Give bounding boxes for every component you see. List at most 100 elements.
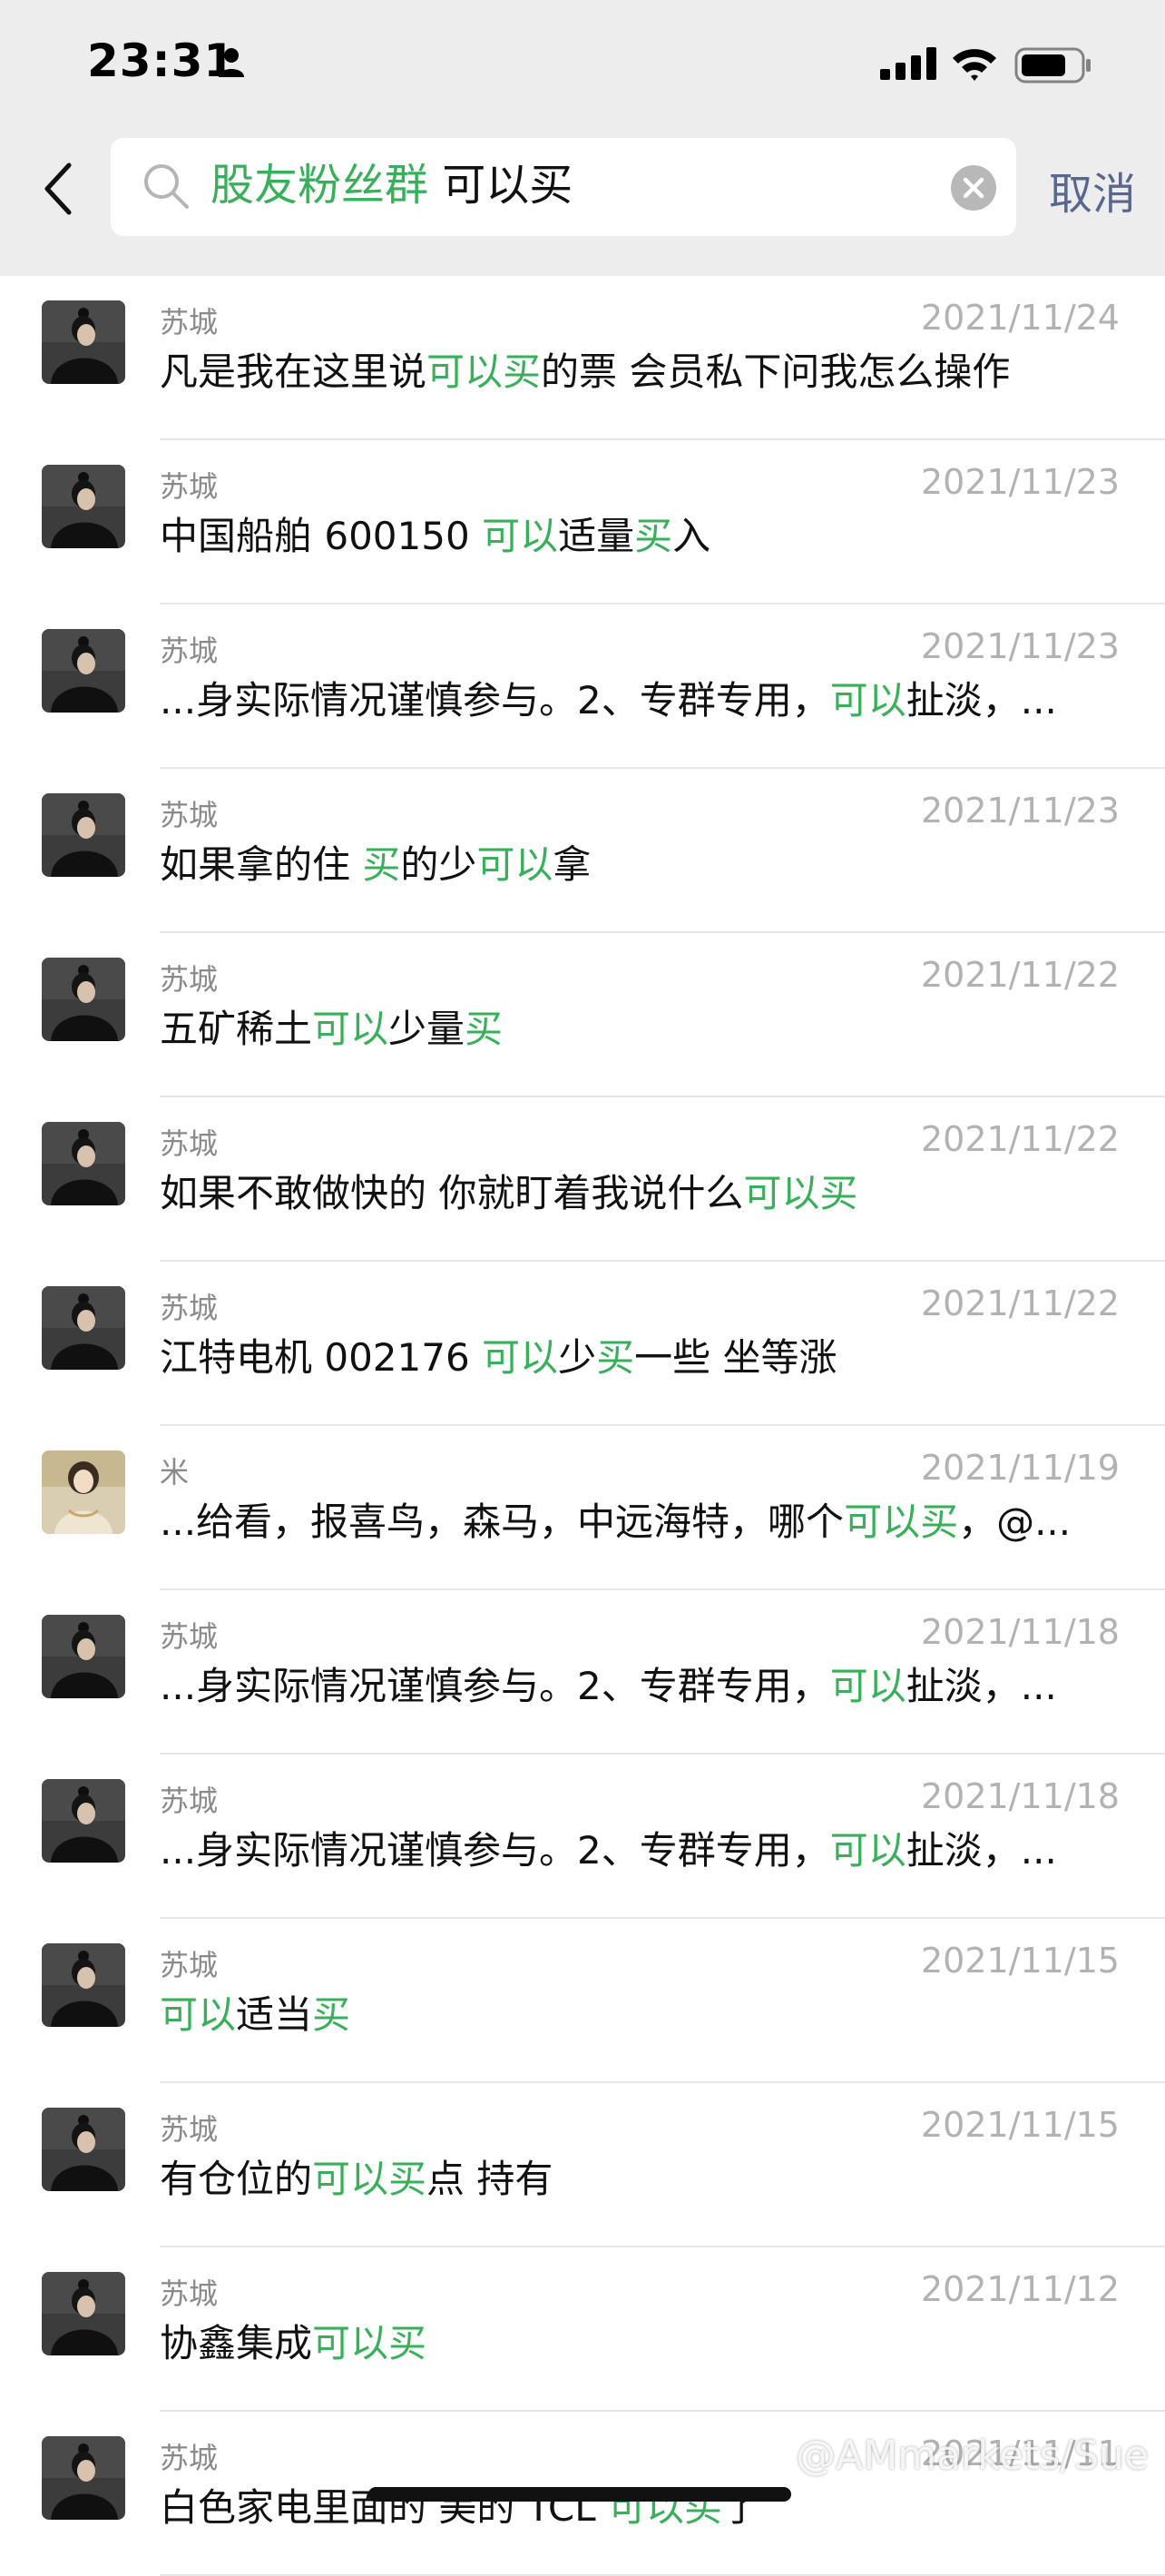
battery-icon <box>1014 47 1091 84</box>
message-date: 2021/11/19 <box>920 1448 1120 1488</box>
snippet-text: 凡是我在这里说 <box>160 349 427 394</box>
search-result-row[interactable]: 苏城 2021/11/22 如果不敢做快的 你就盯着我说什么可以买 <box>0 1097 1165 1262</box>
message-date: 2021/11/23 <box>920 791 1120 831</box>
snippet-text: 拿 <box>553 842 592 887</box>
message-date: 2021/11/12 <box>920 2269 1120 2309</box>
message-snippet: 江特电机 002176 可以少买一些 坐等涨 <box>160 1332 1121 1383</box>
message-date: 2021/11/15 <box>920 1941 1120 1981</box>
message-snippet: 中国船舶 600150 可以适量买入 <box>160 511 1121 562</box>
search-result-row[interactable]: 苏城 2021/11/23 ...身实际情况谨慎参与。2、专群专用，可以扯淡，... <box>0 605 1165 769</box>
search-input[interactable]: 股友粉丝群 可以买 <box>111 138 1016 236</box>
snippet-text: ，@... <box>958 1499 1072 1544</box>
sender-name: 苏城 <box>160 1291 219 1325</box>
snippet-text: 少 <box>558 1335 597 1380</box>
snippet-text: ...身实际情况谨慎参与。2、专群专用， <box>160 1828 830 1873</box>
avatar[interactable] <box>42 300 125 384</box>
avatar[interactable] <box>42 1122 125 1205</box>
snippet-text: 扯淡，... <box>906 678 1057 723</box>
avatar[interactable] <box>42 2108 125 2191</box>
search-result-row[interactable]: 苏城 2021/11/23 中国船舶 600150 可以适量买入 <box>0 440 1165 605</box>
search-result-row[interactable]: 苏城 2021/11/24 凡是我在这里说可以买的票 会员私下问我怎么操作 <box>0 276 1165 440</box>
search-result-row[interactable]: 米 2021/11/19 ...给看，报喜鸟，森马，中远海特，哪个可以买，@... <box>0 1426 1165 1590</box>
avatar[interactable] <box>42 1615 125 1698</box>
message-snippet: ...给看，报喜鸟，森马，中远海特，哪个可以买，@... <box>160 1497 1121 1548</box>
wifi-icon <box>953 49 996 81</box>
sender-name: 米 <box>160 1455 190 1490</box>
search-result-row[interactable]: 苏城 2021/11/18 ...身实际情况谨慎参与。2、专群专用，可以扯淡，... <box>0 1590 1165 1755</box>
sender-name: 苏城 <box>160 2276 219 2311</box>
message-snippet: 如果不敢做快的 你就盯着我说什么可以买 <box>160 1168 1121 1219</box>
message-snippet: 五矿稀土可以少量买 <box>160 1004 1121 1055</box>
cancel-button[interactable]: 取消 <box>1049 158 1136 221</box>
search-result-row[interactable]: 苏城 2021/11/22 五矿稀土可以少量买 <box>0 933 1165 1097</box>
back-chevron-icon[interactable] <box>40 162 76 216</box>
sender-name: 苏城 <box>160 305 219 339</box>
avatar[interactable] <box>42 1943 125 2027</box>
avatar[interactable] <box>42 465 125 548</box>
snippet-text: 入 <box>672 514 711 558</box>
search-results-list: 苏城 2021/11/24 凡是我在这里说可以买的票 会员私下问我怎么操作 苏城 202… <box>0 276 1165 2576</box>
avatar[interactable] <box>42 958 125 1041</box>
sender-name: 苏城 <box>160 1948 219 1982</box>
snippet-text: 如果不敢做快的 你就盯着我说什么 <box>160 1171 744 1215</box>
message-date: 2021/11/18 <box>920 1776 1120 1816</box>
search-chat-tag: 股友粉丝群 <box>210 160 429 211</box>
snippet-text: 有仓位的 <box>160 2157 313 2201</box>
avatar[interactable] <box>42 629 125 713</box>
message-date: 2021/11/24 <box>920 298 1120 338</box>
snippet-text: ...身实际情况谨慎参与。2、专群专用， <box>160 678 830 723</box>
search-result-row[interactable]: 苏城 2021/11/15 有仓位的可以买点 持有 <box>0 2083 1165 2247</box>
message-snippet: 如果拿的住 买的少可以拿 <box>160 840 1121 890</box>
snippet-text: 适当 <box>236 1992 313 2037</box>
person-icon <box>219 48 244 77</box>
keyword-highlight: 可以买 <box>844 1499 959 1544</box>
search-result-row[interactable]: 苏城 2021/11/18 ...身实际情况谨慎参与。2、专群专用，可以扯淡，... <box>0 1755 1165 1919</box>
snippet-text: 的少 <box>400 842 477 887</box>
keyword-highlight: 可以 <box>482 1335 559 1380</box>
message-snippet: 有仓位的可以买点 持有 <box>160 2154 1121 2205</box>
sender-name: 苏城 <box>160 1784 219 1818</box>
clear-icon[interactable] <box>951 165 996 211</box>
signal-icon <box>880 47 936 80</box>
snippet-text: 如果拿的住 <box>160 842 363 887</box>
sender-name: 苏城 <box>160 962 219 997</box>
avatar[interactable] <box>42 1450 125 1534</box>
search-result-row[interactable]: 苏城 2021/11/15 可以适当买 <box>0 1919 1165 2083</box>
keyword-highlight: 买 <box>312 1992 351 2037</box>
keyword-highlight: 可以 <box>829 1664 906 1708</box>
snippet-text: ...身实际情况谨慎参与。2、专群专用， <box>160 1664 830 1708</box>
snippet-text: 江特电机 002176 <box>160 1335 483 1380</box>
avatar[interactable] <box>42 1286 125 1370</box>
avatar[interactable] <box>42 793 125 877</box>
avatar[interactable] <box>42 1779 125 1863</box>
search-result-row[interactable]: 苏城 2021/11/22 江特电机 002176 可以少买一些 坐等涨 <box>0 1262 1165 1426</box>
message-date: 2021/11/18 <box>920 1612 1120 1652</box>
message-snippet: ...身实际情况谨慎参与。2、专群专用，可以扯淡，... <box>160 1825 1121 1876</box>
keyword-highlight: 买 <box>596 1335 635 1380</box>
home-indicator[interactable] <box>368 2487 791 2502</box>
message-date: 2021/11/23 <box>920 462 1120 502</box>
sender-name: 苏城 <box>160 2112 219 2147</box>
message-date: 2021/11/15 <box>920 2105 1120 2145</box>
status-time: 23:31 <box>87 34 237 87</box>
snippet-text: 五矿稀土 <box>160 1007 313 1051</box>
keyword-highlight: 可以 <box>312 1007 389 1051</box>
message-snippet: 可以适当买 <box>160 1990 1121 2040</box>
keyword-highlight: 可以买 <box>312 2321 427 2365</box>
keyword-highlight: 可以 <box>829 678 906 723</box>
search-result-row[interactable]: 苏城 2021/11/12 协鑫集成可以买 <box>0 2247 1165 2412</box>
avatar[interactable] <box>42 2272 125 2355</box>
snippet-text: 一些 坐等涨 <box>634 1335 837 1380</box>
sender-name: 苏城 <box>160 634 219 668</box>
snippet-text: 点 持有 <box>426 2157 553 2201</box>
message-date: 2021/11/23 <box>920 626 1120 666</box>
snippet-text: 适量 <box>558 514 635 558</box>
snippet-text: 中国船舶 600150 <box>160 514 483 558</box>
avatar[interactable] <box>42 2436 125 2520</box>
keyword-highlight: 可以 <box>160 1992 237 2037</box>
keyword-highlight: 可以买 <box>743 1171 858 1215</box>
search-result-row[interactable]: 苏城 2021/11/23 如果拿的住 买的少可以拿 <box>0 769 1165 933</box>
search-icon <box>144 164 189 209</box>
message-snippet: 凡是我在这里说可以买的票 会员私下问我怎么操作 <box>160 347 1121 398</box>
search-query[interactable]: 股友粉丝群 可以买 <box>210 158 573 212</box>
